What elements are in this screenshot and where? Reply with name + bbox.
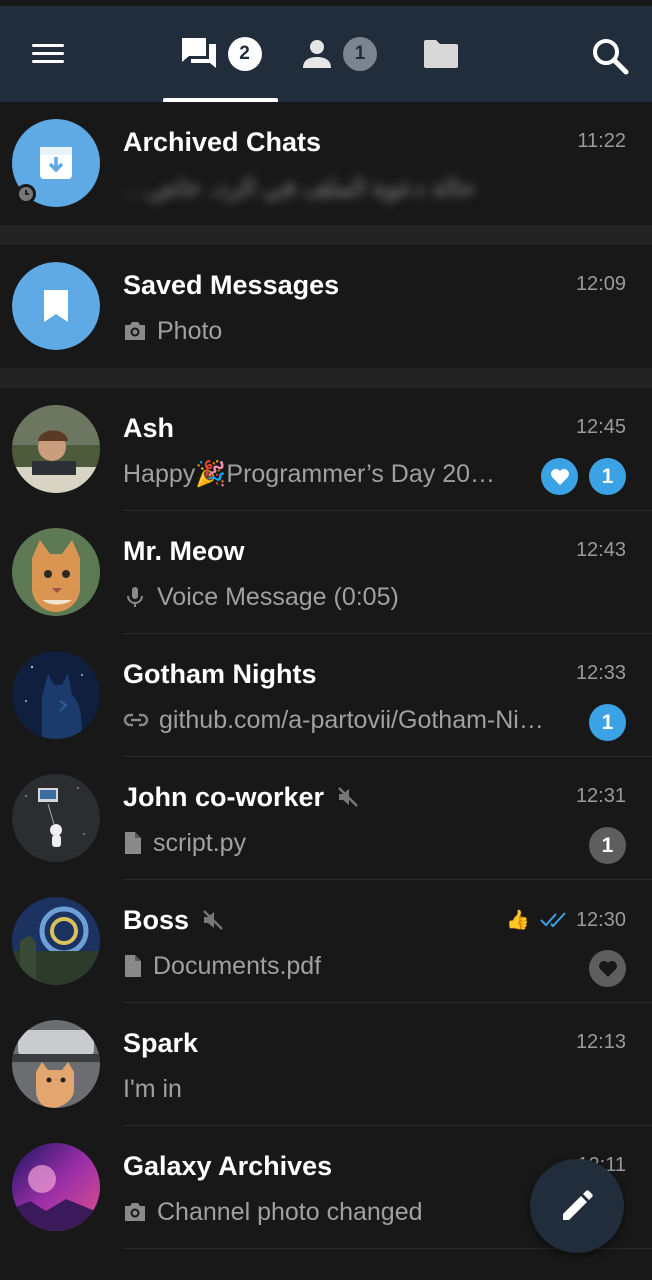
chat-preview: github.com/a-partovii/Gotham-Ni… bbox=[123, 702, 576, 738]
chat-time: 12:13 bbox=[575, 1031, 626, 1053]
chats-icon bbox=[181, 38, 216, 68]
chat-preview: Happy🎉Programmer’s Day 20… bbox=[123, 459, 495, 488]
chat-preview: …حالة دعوة الملف في الرد، خاص bbox=[123, 174, 476, 202]
chat-name: Archived Chats bbox=[123, 126, 322, 157]
chat-row-archived[interactable]: Archived Chats 11:22 …حالة دعوة الملف في… bbox=[0, 102, 652, 225]
chat-name: Saved Messages bbox=[123, 269, 340, 300]
avatar bbox=[12, 651, 100, 739]
chats-badge: 2 bbox=[227, 37, 262, 71]
chat-name: Galaxy Archives bbox=[123, 1150, 333, 1181]
chat-row-john-co-worker[interactable]: John co-worker 12:31 script.py 1 bbox=[0, 757, 652, 880]
chat-row-mr-meow[interactable]: Mr. Meow 12:43 Voice Message (0:05) bbox=[0, 511, 652, 634]
avatar bbox=[12, 774, 100, 862]
avatar bbox=[12, 405, 100, 493]
chat-preview: script.py bbox=[123, 825, 542, 861]
chat-row-saved[interactable]: Saved Messages 12:09 Photo bbox=[0, 245, 652, 368]
avatar bbox=[12, 1020, 100, 1108]
file-icon bbox=[125, 832, 141, 854]
chat-time: 12:45 bbox=[575, 416, 626, 438]
chat-preview: Channel photo changed bbox=[123, 1194, 542, 1230]
reaction-sent: 👍 bbox=[506, 910, 530, 931]
camera-icon bbox=[125, 1203, 145, 1221]
chat-name: Spark bbox=[123, 1027, 199, 1058]
contact-icon bbox=[303, 40, 331, 68]
reaction-badge bbox=[589, 950, 626, 987]
chat-row-boss[interactable]: Boss 👍 12:30 Documents.pdf bbox=[0, 880, 652, 1003]
chat-time: 11:22 bbox=[577, 130, 626, 152]
compose-button[interactable] bbox=[530, 1159, 624, 1253]
chat-name: Mr. Meow bbox=[123, 535, 245, 566]
chat-row-spark[interactable]: Spark 12:13 I'm in bbox=[0, 1003, 652, 1126]
unread-badge: 1 bbox=[589, 827, 626, 864]
chat-preview: Voice Message (0:05) bbox=[123, 579, 542, 615]
top-bar: 2 1 bbox=[0, 6, 652, 102]
chat-time: 👍 12:30 bbox=[506, 908, 626, 932]
contacts-badge: 1 bbox=[343, 37, 377, 71]
archive-icon bbox=[12, 119, 100, 207]
chat-preview: Documents.pdf bbox=[123, 948, 542, 984]
tab-folders[interactable] bbox=[418, 6, 464, 102]
microphone-icon bbox=[127, 587, 143, 607]
bookmark-icon bbox=[12, 262, 100, 350]
avatar bbox=[12, 897, 100, 985]
folder-icon bbox=[424, 40, 458, 68]
link-icon bbox=[123, 713, 149, 727]
chat-name: Boss bbox=[123, 904, 190, 935]
file-icon bbox=[125, 955, 141, 977]
chat-time: 12:31 bbox=[575, 785, 626, 807]
chat-list: Archived Chats 11:22 …حالة دعوة الملف في… bbox=[0, 102, 652, 1249]
section-divider bbox=[0, 225, 652, 245]
chat-name: Gotham Nights bbox=[123, 658, 317, 689]
mute-icon bbox=[338, 787, 358, 807]
chat-time: 12:33 bbox=[575, 662, 626, 684]
search-icon bbox=[593, 39, 629, 75]
avatar bbox=[12, 262, 100, 350]
chat-time: 12:43 bbox=[575, 539, 626, 561]
chat-name: John co-worker bbox=[123, 781, 325, 812]
reaction-badge bbox=[541, 458, 578, 495]
avatar bbox=[12, 528, 100, 616]
avatar bbox=[12, 119, 100, 207]
chat-preview: I'm in bbox=[123, 1074, 182, 1103]
chat-time: 12:09 bbox=[575, 273, 626, 295]
unread-badge: 1 bbox=[589, 704, 626, 741]
heart-icon bbox=[550, 468, 569, 485]
heart-icon bbox=[598, 960, 617, 977]
avatar bbox=[12, 1143, 100, 1231]
tab-contacts[interactable]: 1 bbox=[296, 6, 382, 102]
camera-icon bbox=[125, 322, 145, 340]
tab-chats[interactable]: 2 bbox=[163, 6, 278, 102]
pencil-icon bbox=[563, 1190, 593, 1220]
chat-preview: Photo bbox=[123, 313, 542, 349]
chat-row-ash[interactable]: Ash 12:45 Happy🎉Programmer’s Day 20… 1 bbox=[0, 388, 652, 511]
chat-row-gotham-nights[interactable]: Gotham Nights 12:33 github.com/a-partovi… bbox=[0, 634, 652, 757]
mute-icon bbox=[203, 910, 223, 930]
menu-button[interactable] bbox=[24, 34, 72, 74]
chat-name: Ash bbox=[123, 412, 175, 443]
search-button[interactable] bbox=[588, 34, 632, 78]
section-divider bbox=[0, 368, 652, 388]
double-check-icon bbox=[540, 912, 566, 928]
unread-badge: 1 bbox=[589, 458, 626, 495]
